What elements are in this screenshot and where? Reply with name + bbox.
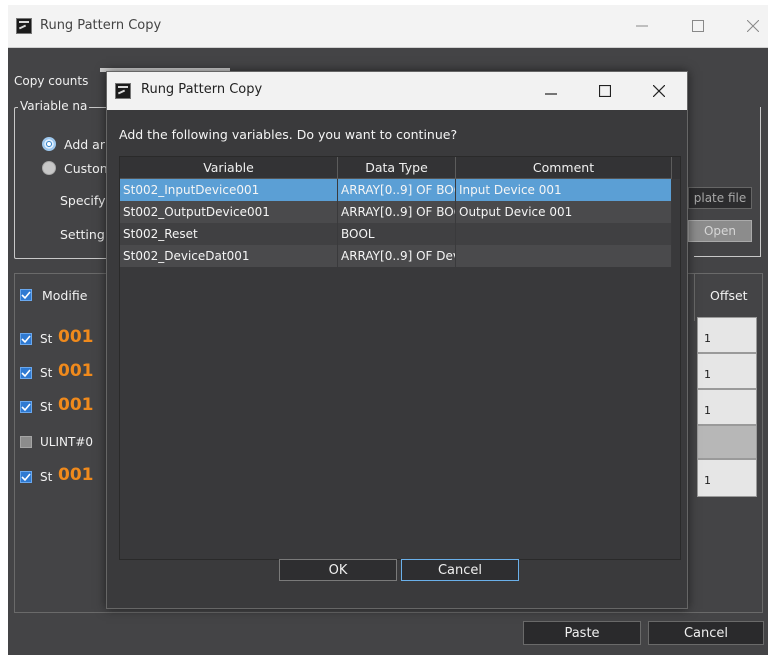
col-variable-header[interactable]: Variable xyxy=(120,157,338,179)
dialog-maximize-button[interactable] xyxy=(585,76,625,106)
main-window-title: Rung Pattern Copy xyxy=(40,18,162,33)
cell-variable: St002_OutputDevice001 xyxy=(120,201,338,223)
cell-comment: Input Device 001 xyxy=(456,179,672,201)
group-bottom-border xyxy=(694,256,761,257)
copy-counts-label: Copy counts xyxy=(14,74,89,88)
maximize-icon xyxy=(599,85,611,97)
close-icon xyxy=(747,20,759,32)
row-number: 001 xyxy=(58,327,94,347)
row-number: 001 xyxy=(58,395,94,415)
row-prefix: St xyxy=(40,366,53,380)
table-row[interactable]: St 001 xyxy=(20,326,110,352)
table-row[interactable]: St002_DeviceDat001 ARRAY[0..9] OF Device… xyxy=(120,245,672,267)
variables-table: Variable Data Type Comment St002_InputDe… xyxy=(119,156,681,560)
cell-variable: St002_DeviceDat001 xyxy=(120,245,338,267)
dialog-minimize-button[interactable] xyxy=(531,76,571,106)
table-row[interactable]: St 001 xyxy=(20,360,110,386)
table-row[interactable]: St 001 xyxy=(20,394,110,420)
row-prefix: St xyxy=(40,470,53,484)
table-row[interactable]: St002_Reset BOOL xyxy=(120,223,672,245)
col-modified-header: Modifie xyxy=(42,288,88,303)
cell-comment xyxy=(456,245,672,267)
checkbox-checked-icon xyxy=(21,335,31,344)
app-icon xyxy=(16,18,32,34)
row-checkbox[interactable] xyxy=(20,367,32,379)
group-right-border xyxy=(760,107,761,257)
cell-datatype: ARRAY[0..9] OF DeviceData xyxy=(338,245,456,267)
custom-radio-label: Custon xyxy=(64,161,108,176)
table-row[interactable]: ULINT#0 xyxy=(20,429,110,455)
add-radio[interactable] xyxy=(42,137,56,151)
row-number: 001 xyxy=(58,465,94,485)
dialog-titlebar[interactable]: Rung Pattern Copy xyxy=(107,72,687,110)
confirm-dialog: Rung Pattern Copy Add the following vari… xyxy=(106,71,688,609)
offset-cell[interactable] xyxy=(697,425,757,459)
paste-button[interactable]: Paste xyxy=(523,621,641,645)
table-row[interactable]: St002_OutputDevice001 ARRAY[0..9] OF BO O… xyxy=(120,201,672,223)
offset-cell[interactable]: 1 xyxy=(697,317,757,353)
offset-cell[interactable]: 1 xyxy=(697,459,757,497)
offset-cell[interactable]: 1 xyxy=(697,353,757,389)
cell-datatype: ARRAY[0..9] OF BOOL xyxy=(338,201,456,223)
checkbox-checked-icon xyxy=(21,473,31,482)
offset-cell[interactable]: 1 xyxy=(697,389,757,425)
row-number: 001 xyxy=(58,361,94,381)
dialog-prompt: Add the following variables. Do you want… xyxy=(119,127,458,142)
col-offset-header: Offset xyxy=(710,288,748,303)
custom-radio[interactable] xyxy=(42,161,56,175)
template-file-button[interactable]: plate file xyxy=(688,187,752,209)
dialog-title: Rung Pattern Copy xyxy=(141,82,263,97)
cell-variable: St002_Reset xyxy=(120,223,338,245)
row-checkbox[interactable] xyxy=(20,436,32,448)
ok-button[interactable]: OK xyxy=(279,559,397,581)
variable-group-label: Variable na xyxy=(18,99,90,113)
row-checkbox[interactable] xyxy=(20,333,32,345)
row-prefix: St xyxy=(40,400,53,414)
specify-label: Specify xyxy=(60,193,106,208)
row-prefix: St xyxy=(40,332,53,346)
row-checkbox[interactable] xyxy=(20,401,32,413)
cell-comment: Output Device 001 xyxy=(456,201,672,223)
cell-datatype: BOOL xyxy=(338,223,456,245)
dialog-close-button[interactable] xyxy=(639,76,679,106)
add-radio-label: Add ar xyxy=(64,137,105,152)
cell-variable: St002_InputDevice001 xyxy=(120,179,338,201)
table-row[interactable]: St 001 xyxy=(20,464,110,490)
row-checkbox[interactable] xyxy=(20,471,32,483)
row-prefix: ULINT#0 xyxy=(40,435,94,449)
dialog-cancel-button[interactable]: Cancel xyxy=(401,559,519,581)
col-comment-header[interactable]: Comment xyxy=(456,157,672,179)
main-titlebar[interactable]: Rung Pattern Copy xyxy=(8,5,768,48)
minimize-icon xyxy=(545,93,557,95)
cell-datatype: ARRAY[0..9] OF BOOL xyxy=(338,179,456,201)
col-datatype-header[interactable]: Data Type xyxy=(338,157,456,179)
header-checkbox[interactable] xyxy=(20,289,32,301)
open-button[interactable]: Open xyxy=(688,220,752,242)
minimize-icon xyxy=(636,25,648,27)
offset-divider xyxy=(694,273,695,321)
maximize-icon xyxy=(692,20,704,32)
header-filler xyxy=(672,157,680,179)
main-minimize-button[interactable] xyxy=(622,11,662,41)
cell-comment xyxy=(456,223,672,245)
close-icon xyxy=(653,85,665,97)
main-close-button[interactable] xyxy=(733,11,768,41)
main-maximize-button[interactable] xyxy=(678,11,718,41)
checkbox-checked-icon xyxy=(21,403,31,412)
checkbox-checked-icon xyxy=(21,291,31,300)
checkbox-checked-icon xyxy=(21,369,31,378)
app-icon xyxy=(115,83,131,99)
table-row[interactable]: St002_InputDevice001 ARRAY[0..9] OF BOOL… xyxy=(120,179,672,201)
setting-label: Setting xyxy=(60,227,105,242)
main-cancel-button[interactable]: Cancel xyxy=(648,621,764,645)
